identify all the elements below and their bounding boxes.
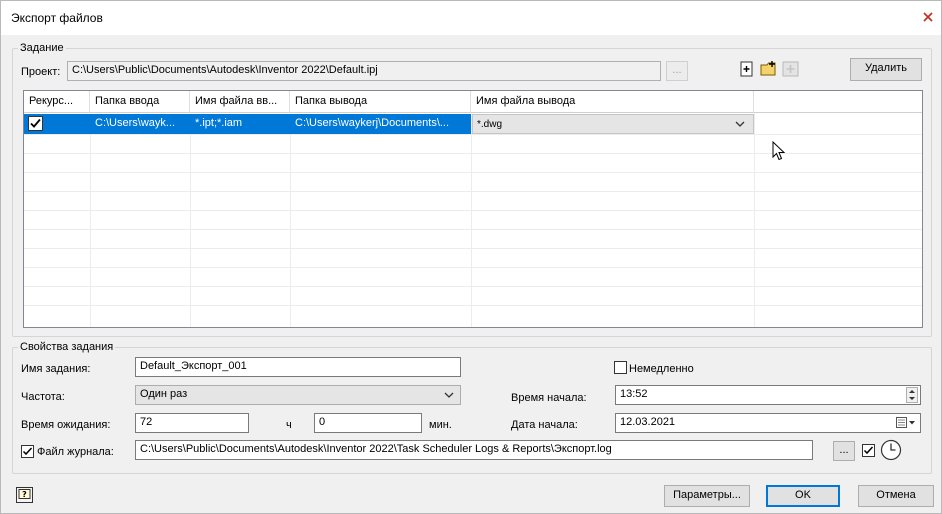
task-properties-legend: Свойства задания [18,341,116,353]
grid-row-line [24,153,922,154]
export-dialog: Экспорт файлов Задание Проект: C:\Users\… [0,0,942,514]
title-bar: Экспорт файлов [1,1,941,35]
immediately-checkbox[interactable] [614,361,627,374]
help-icon[interactable]: ? [16,487,33,503]
calendar-dropdown-icon[interactable] [896,417,916,429]
col-header-input-folder[interactable]: Папка ввода [90,91,190,113]
grid-col-line [190,113,191,327]
grid-row-line [24,172,922,173]
wait-time-label: Время ожидания: [21,419,111,431]
chevron-down-icon [735,121,745,127]
output-filename-dropdown[interactable]: *.dwg [472,114,754,134]
log-file-path-field[interactable]: C:\Users\Public\Documents\Autodesk\Inven… [135,440,813,460]
table-row[interactable]: C:\Users\wayk... *.ipt;*.iam C:\Users\wa… [24,114,754,134]
project-path-field[interactable]: C:\Users\Public\Documents\Autodesk\Inven… [67,61,661,81]
log-file-checkbox[interactable] [21,445,34,458]
output-folder-cell: C:\Users\waykerj\Documents\... [290,114,471,134]
col-header-output-folder[interactable]: Папка вывода [290,91,471,113]
wait-hours-field[interactable]: 72 [135,413,249,433]
input-filename-cell: *.ipt;*.iam [190,114,290,134]
start-time-label: Время начала: [511,392,587,404]
col-header-filler [754,91,922,113]
input-folder-cell: C:\Users\wayk... [90,114,190,134]
grid-row-line [24,191,922,192]
add-folder-icon[interactable] [760,60,778,77]
col-header-input-filename[interactable]: Имя файла вв... [190,91,290,113]
start-time-field[interactable]: 13:52 [615,385,921,405]
close-icon[interactable] [921,10,935,24]
col-header-recursive[interactable]: Рекурс... [24,91,90,113]
task-grid[interactable]: Рекурс... Папка ввода Имя файла вв... Па… [23,90,923,328]
frequency-label: Частота: [21,391,65,403]
grid-row-line [24,229,922,230]
delete-button[interactable]: Удалить [850,58,922,81]
mouse-cursor-icon [772,141,786,161]
parameters-button[interactable]: Параметры... [664,485,750,507]
window-title: Экспорт файлов [11,11,103,25]
frequency-value: Один раз [140,388,188,400]
project-browse-button[interactable]: ... [666,61,688,81]
ok-button[interactable]: OK [766,485,840,507]
hours-unit-label: ч [286,419,292,431]
output-filename-value: *.dwg [477,119,503,130]
log-browse-button[interactable]: ... [833,441,855,461]
col-header-output-filename[interactable]: Имя файла вывода [471,91,754,113]
grid-col-line [471,113,472,327]
grid-row-line [24,210,922,211]
task-name-field[interactable]: Default_Экспорт_001 [135,357,461,377]
spin-updown-icon[interactable] [906,387,918,403]
grid-row-line [24,267,922,268]
wait-minutes-field[interactable]: 0 [314,413,422,433]
start-time-value: 13:52 [620,388,648,400]
minutes-unit-label: мин. [429,419,452,431]
grid-row-line [24,248,922,249]
cancel-button[interactable]: Отмена [858,485,934,507]
start-date-value: 12.03.2021 [620,416,676,428]
recursive-checkbox[interactable] [28,116,43,131]
copy-task-icon[interactable] [782,60,800,77]
log-file-label: Файл журнала: [37,446,114,458]
immediately-label: Немедленно [629,363,694,375]
grid-row-line [24,134,922,135]
clock-icon[interactable] [880,439,902,461]
grid-col-line [290,113,291,327]
chevron-down-icon [444,392,454,398]
grid-row-line [24,286,922,287]
start-date-label: Дата начала: [511,419,578,431]
new-task-icon[interactable] [739,61,755,77]
frequency-select[interactable]: Один раз [135,385,461,405]
task-group-legend: Задание [18,42,66,54]
grid-row-line [24,305,922,306]
start-date-field[interactable]: 12.03.2021 [615,413,921,433]
recursive-cell [24,114,90,134]
task-name-label: Имя задания: [21,363,91,375]
project-label: Проект: [21,66,61,78]
log-enabled-checkbox[interactable] [862,444,875,457]
grid-col-line [90,113,91,327]
svg-text:?: ? [22,490,27,499]
grid-col-line [754,113,755,327]
